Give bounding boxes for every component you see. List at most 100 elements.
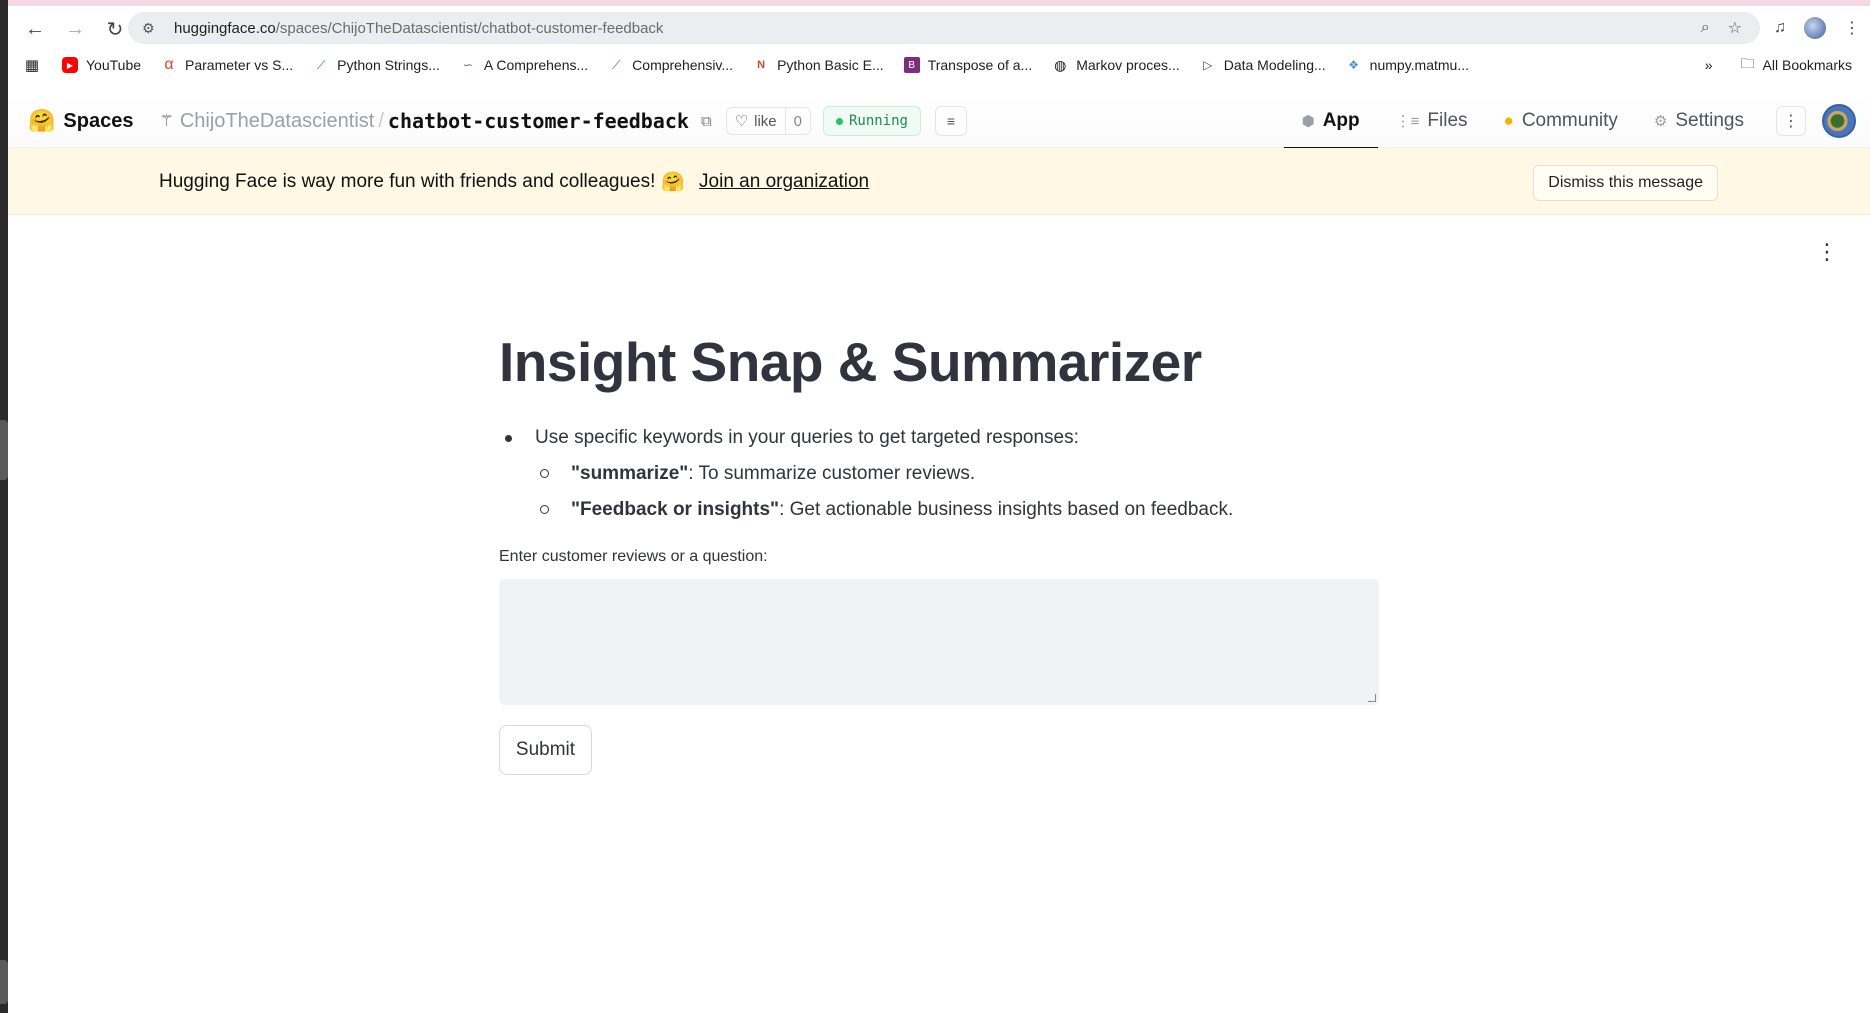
keyword: "Feedback or insights" <box>571 499 780 520</box>
bookmark-star-icon[interactable]: ☆ <box>1728 18 1742 38</box>
bookmark-label: YouTube <box>86 57 142 73</box>
reload-icon[interactable]: ↻ <box>98 12 132 46</box>
org-banner: Hugging Face is way more fun with friend… <box>8 148 1870 215</box>
tab-label: Community <box>1521 110 1618 131</box>
trend-icon: ⟋ <box>316 57 326 72</box>
bookmark-item[interactable]: ◍ Markov proces... <box>1052 56 1180 74</box>
youtube-icon: ▶ <box>62 57 78 73</box>
bookmark-item[interactable]: ▷ Data Modeling... <box>1200 57 1326 73</box>
owner-avatar-icon: ⚚ <box>159 113 174 130</box>
forward-icon[interactable]: → <box>58 12 92 46</box>
tab-community[interactable]: ● Community <box>1486 94 1636 148</box>
status-badge[interactable]: Running <box>822 106 921 136</box>
dock-handle-bottom[interactable] <box>0 960 8 1004</box>
globe-icon: ◍ <box>1054 56 1067 73</box>
keyword: "summarize" <box>571 463 689 484</box>
like-button[interactable]: ♡ like 0 <box>725 107 811 135</box>
address-bar-row: ← → ↻ ⚙ huggingface.co/spaces/ChijoTheDa… <box>8 6 1870 50</box>
bookmark-item[interactable]: ▶ YouTube <box>62 57 141 73</box>
all-bookmarks-label: All Bookmarks <box>1762 57 1852 73</box>
bookmark-label: Markov proces... <box>1076 57 1180 73</box>
profile-avatar[interactable] <box>1804 17 1826 39</box>
bookmark-label: Python Basic E... <box>777 57 884 73</box>
dismiss-button[interactable]: Dismiss this message <box>1533 165 1718 201</box>
repo-name[interactable]: chatbot-customer-feedback <box>388 109 689 133</box>
bookmark-label: numpy.matmu... <box>1369 57 1469 73</box>
tab-files[interactable]: ⋮≡ Files <box>1378 94 1486 148</box>
dock-handle[interactable] <box>0 420 8 480</box>
bookmark-label: Parameter vs S... <box>185 57 294 73</box>
browser-menu-icon[interactable]: ⋮ <box>1844 18 1860 38</box>
nb-icon: N <box>757 59 766 71</box>
tab-label: Files <box>1427 110 1468 131</box>
community-icon: ● <box>1503 111 1514 130</box>
hf-header: 🤗 Spaces ⚚ ChijoTheDatascientist / chatb… <box>8 94 1870 149</box>
keyword-description: : To summarize customer reviews. <box>688 463 976 484</box>
list-item: "Feedback or insights": Get actionable b… <box>499 492 1399 528</box>
bookmark-item[interactable]: N Python Basic E... <box>753 57 884 73</box>
bookmark-label: Data Modeling... <box>1223 57 1326 73</box>
bookmark-label: Python Strings... <box>337 57 440 73</box>
bookmark-label: A Comprehens... <box>483 57 589 73</box>
bookmark-item[interactable]: ⟋ Comprehensiv... <box>608 57 733 73</box>
wave-icon: ∽ <box>462 58 473 72</box>
all-bookmarks-button[interactable]: 🗀 All Bookmarks <box>1741 53 1852 77</box>
list-item: Use specific keywords in your queries to… <box>499 420 1399 456</box>
keyword-description: : Get actionable business insights based… <box>779 499 1234 520</box>
copy-icon[interactable]: ⧉ <box>701 113 712 130</box>
input-label: Enter customer reviews or a question: <box>499 548 768 565</box>
intro-text: Use specific keywords in your queries to… <box>535 427 1079 448</box>
alpha-icon: α <box>164 56 174 73</box>
app-icon: ⬢ <box>1301 113 1315 130</box>
media-icon[interactable]: ♫ <box>1774 19 1786 37</box>
status-dot-icon <box>835 117 843 125</box>
back-icon[interactable]: ← <box>18 12 52 46</box>
spaces-link[interactable]: Spaces <box>63 110 133 133</box>
resize-handle-icon[interactable] <box>1368 694 1376 702</box>
like-label: like <box>754 112 777 130</box>
play-icon: ▷ <box>1203 58 1213 72</box>
list-item: "summarize": To summarize customer revie… <box>499 456 1399 492</box>
like-count: 0 <box>784 108 810 134</box>
tab-label: Settings <box>1675 110 1744 131</box>
tab-label: App <box>1322 110 1360 131</box>
url-path: /spaces/ChijoTheDatascientist/chatbot-cu… <box>275 19 664 37</box>
heart-icon: ♡ <box>734 113 749 130</box>
status-label: Running <box>848 113 908 129</box>
submit-button[interactable]: Submit <box>499 725 592 775</box>
zoom-icon[interactable]: ⌕ <box>1701 19 1710 37</box>
app-menu-icon[interactable]: ⋮ <box>1816 241 1838 263</box>
os-left-dock <box>0 0 8 1013</box>
bookmark-label: Transpose of a... <box>927 57 1033 73</box>
more-options-icon[interactable]: ⋮ <box>1776 106 1806 136</box>
more-bookmarks-icon[interactable]: » <box>1705 57 1713 73</box>
path-separator: / <box>378 109 384 132</box>
logs-icon[interactable]: ≡ <box>934 106 967 136</box>
hugging-emoji-icon: 🤗 <box>661 171 686 193</box>
tab-settings[interactable]: ⚙ Settings <box>1636 94 1762 148</box>
bookmark-item[interactable]: B Transpose of a... <box>903 57 1033 73</box>
tab-app[interactable]: ⬢ App <box>1283 94 1378 149</box>
owner-link[interactable]: ChijoTheDatascientist <box>180 110 375 133</box>
reviews-textarea[interactable] <box>499 579 1379 705</box>
bookmark-label: Comprehensiv... <box>632 57 734 73</box>
trend-icon: ⟋ <box>611 57 621 72</box>
bookmark-item[interactable]: ⟋ Python Strings... <box>313 57 440 73</box>
files-icon: ⋮≡ <box>1395 113 1420 130</box>
join-organization-link[interactable]: Join an organization <box>699 171 869 193</box>
cube-icon: ❖ <box>1348 58 1360 72</box>
instructions-list: Use specific keywords in your queries to… <box>499 420 1399 528</box>
folder-icon: 🗀 <box>1740 55 1755 71</box>
page-title: Insight Snap & Summarizer <box>499 331 1202 393</box>
bookmark-item[interactable]: α Parameter vs S... <box>161 56 294 73</box>
omnibox[interactable]: ⚙ huggingface.co/spaces/ChijoTheDatascie… <box>128 12 1760 44</box>
book-icon: B <box>903 57 920 73</box>
bookmarks-bar: ▦ ▶ YouTube α Parameter vs S... ⟋ Python St… <box>8 50 1870 80</box>
settings-icon: ⚙ <box>1653 113 1668 130</box>
hugging-face-logo-icon[interactable]: 🤗 <box>28 108 55 134</box>
bookmark-item[interactable]: ❖ numpy.matmu... <box>1346 57 1469 73</box>
apps-grid-icon[interactable]: ▦ <box>24 57 48 74</box>
site-info-icon[interactable]: ⚙ <box>142 20 162 37</box>
bookmark-item[interactable]: ∽ A Comprehens... <box>460 57 588 73</box>
user-avatar[interactable] <box>1822 104 1856 138</box>
